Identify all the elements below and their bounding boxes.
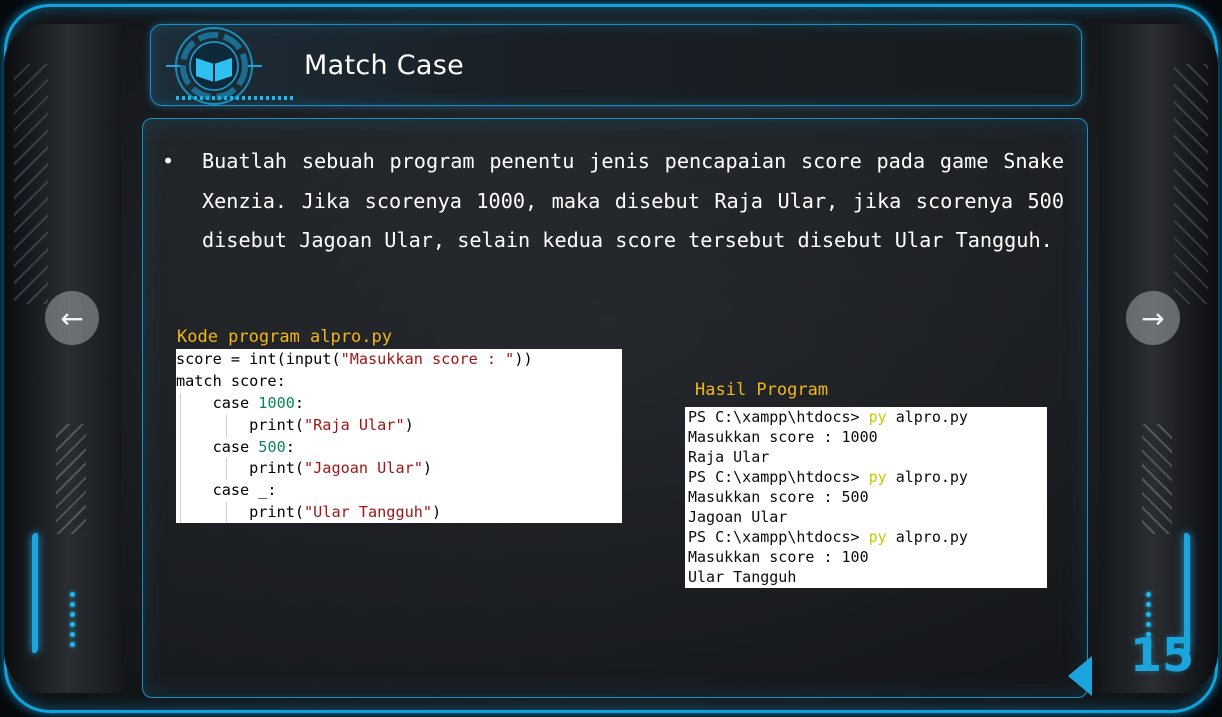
code-caption: Kode program alpro.py [177, 327, 392, 347]
terminal-line: Masukkan score : 1000 [688, 428, 878, 446]
left-side-panel [4, 24, 122, 693]
terminal-output: PS C:\xampp\htdocs> py alpro.py Masukkan… [685, 407, 1047, 588]
terminal-line: Ular Tangguh [688, 568, 797, 586]
result-caption: Hasil Program [695, 380, 829, 400]
triangle-marker-icon [1068, 656, 1092, 696]
terminal-line: PS C:\xampp\htdocs> py alpro.py [688, 468, 968, 486]
terminal-line: PS C:\xampp\htdocs> py alpro.py [688, 408, 968, 426]
terminal-line: Masukkan score : 100 [688, 548, 869, 566]
bullet-symbol: • [162, 149, 175, 173]
code-line: score = int(input("Masukkan score : ")) [176, 350, 533, 368]
next-slide-button[interactable]: → [1126, 291, 1180, 345]
code-line: print("Ular Tangguh") [176, 502, 622, 523]
book-icon [166, 27, 262, 105]
instruction-text: Buatlah sebuah program penentu jenis pen… [202, 149, 1064, 252]
instruction-bullet: • Buatlah sebuah program penentu jenis p… [160, 142, 1064, 261]
code-snippet: score = int(input("Masukkan score : ")) … [176, 349, 622, 523]
decorative-stripes [1142, 424, 1172, 534]
prev-slide-button[interactable]: ← [45, 291, 99, 345]
title-bar [150, 24, 1082, 106]
terminal-line: Masukkan score : 500 [688, 488, 869, 506]
right-side-panel [1100, 24, 1218, 693]
terminal-line: Raja Ular [688, 448, 770, 466]
code-line: print("Raja Ular") [176, 414, 622, 437]
code-line: case _: [176, 480, 622, 503]
page-title: Match Case [304, 50, 465, 81]
code-line: case 500: [176, 436, 622, 459]
decorative-bar [32, 531, 38, 655]
terminal-line: PS C:\xampp\htdocs> py alpro.py [688, 528, 968, 546]
decorative-stripes [1174, 64, 1208, 304]
arrow-right-icon: → [1141, 301, 1165, 335]
arrow-left-icon: ← [60, 301, 84, 335]
decorative-stripes [56, 424, 86, 534]
slide-number: 15 [1130, 628, 1195, 682]
decorative-dots [70, 592, 76, 647]
code-line: match score: [176, 371, 286, 390]
code-line: print("Jagoan Ular") [176, 458, 622, 481]
decorative-stripes [14, 64, 48, 304]
code-line: case 1000: [176, 392, 622, 415]
terminal-line: Jagoan Ular [688, 508, 788, 526]
